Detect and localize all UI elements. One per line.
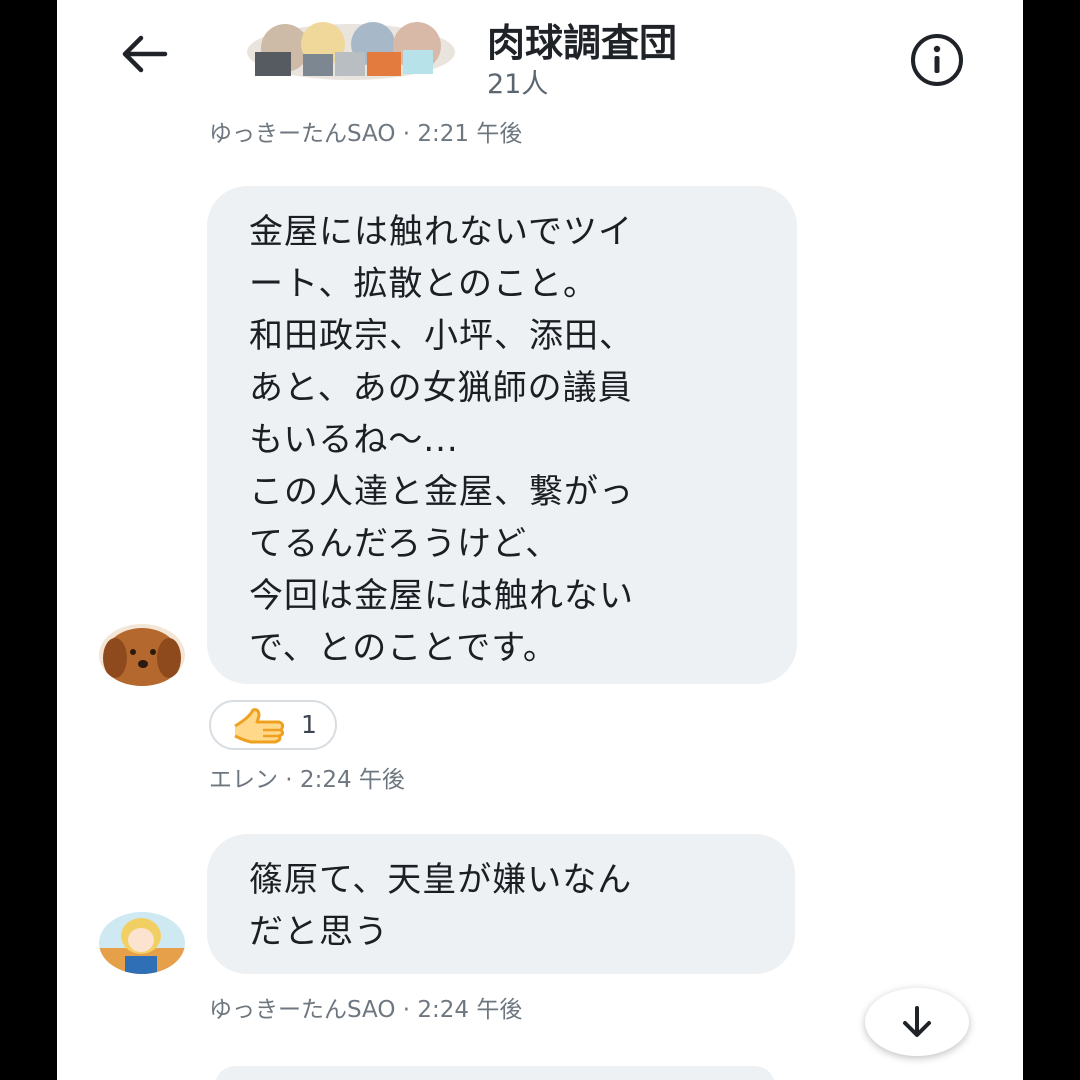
scroll-to-bottom-button[interactable] xyxy=(865,988,969,1056)
message-line: 和田政宗、小坪、添田、 xyxy=(249,316,634,356)
chat-screen: 肉球調査団 21人 ゆっきーたんSAO · 2:21 午後 金屋には触れないでツ… xyxy=(57,0,1023,1080)
member-count: 21人 xyxy=(487,69,549,100)
message-line: だと思う xyxy=(249,912,389,952)
message-text: 篠原て、天皇が嫌いなん だと思う xyxy=(249,854,795,958)
message-line: 金屋には触れないでツイ xyxy=(249,212,633,252)
message-line: あと、あの女猟師の議員 xyxy=(249,368,633,408)
group-avatar-cluster[interactable] xyxy=(245,22,457,84)
message-line: 篠原て、天皇が嫌いなん xyxy=(249,860,633,900)
message-bubble[interactable]: 篠原て、天皇が嫌いなん だと思う xyxy=(207,834,795,974)
reaction-chip[interactable]: 1 xyxy=(209,700,337,750)
reaction-count: 1 xyxy=(301,710,317,739)
arrow-down-icon xyxy=(899,1004,935,1044)
message-line: この人達と金屋、繋がっ xyxy=(249,472,634,512)
message-line: ート、拡散とのこと。 xyxy=(249,264,598,304)
user-avatar-dog[interactable] xyxy=(99,624,185,686)
thumbs-up-icon xyxy=(229,706,291,750)
info-icon[interactable] xyxy=(909,32,965,88)
message-meta: ゆっきーたんSAO · 2:24 午後 xyxy=(209,997,523,1023)
user-avatar-anime[interactable] xyxy=(99,912,185,974)
message-line: てるんだろうけど、 xyxy=(249,524,561,564)
message-text: 金屋には触れないでツイ ート、拡散とのこと。 和田政宗、小坪、添田、 あと、あの… xyxy=(249,206,797,674)
message-line: で、とのことです。 xyxy=(249,628,558,668)
message-line: 今回は金屋には触れない xyxy=(249,576,634,616)
message-meta: ゆっきーたんSAO · 2:21 午後 xyxy=(209,121,523,147)
message-bubble[interactable]: 金屋には触れないでツイ ート、拡散とのこと。 和田政宗、小坪、添田、 あと、あの… xyxy=(207,186,797,684)
message-line: もいるね～... xyxy=(249,420,459,460)
message-meta: エレン · 2:24 午後 xyxy=(209,767,405,793)
back-arrow-icon[interactable] xyxy=(117,30,169,78)
group-title: 肉球調査団 xyxy=(487,21,678,65)
message-bubble-partial[interactable] xyxy=(215,1066,775,1080)
